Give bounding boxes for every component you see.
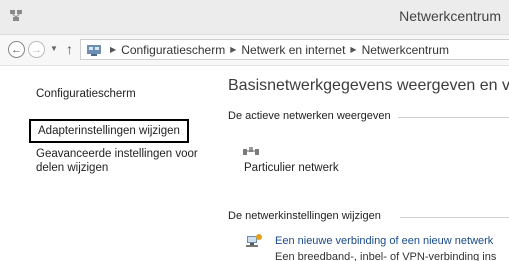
sidebar-item-advanced-sharing[interactable]: Geavanceerde instellingen voor delen wij…: [36, 147, 198, 175]
network-name: Particulier netwerk: [244, 162, 339, 174]
up-arrow-icon[interactable]: ↑: [66, 41, 73, 57]
back-arrow-icon: ←: [11, 43, 22, 56]
network-settings-label: De netwerkinstellingen wijzigen: [228, 210, 381, 222]
breadcrumb-separator: ▶: [230, 45, 237, 54]
chevron-down-icon[interactable]: ▼: [50, 44, 58, 53]
page-title: Basisnetwerkgegevens weergeven en verb: [228, 77, 509, 94]
sidebar-item-label: Geavanceerde instellingen voor: [36, 148, 198, 160]
new-connection-icon: [246, 234, 262, 247]
forward-button[interactable]: →: [28, 41, 45, 58]
sidebar: Configuratiescherm Adapterinstellingen w…: [0, 66, 215, 261]
active-networks-label: De actieve netwerken weergeven: [228, 110, 391, 122]
new-connection-link[interactable]: Een nieuwe verbinding of een nieuw netwe…: [275, 235, 493, 247]
new-connection-description: Een breedband-, inbel- of VPN-verbinding…: [275, 251, 497, 261]
window-title: Netwerkcentrum: [399, 8, 501, 24]
navigation-bar: ← → ▼ ↑ ▶ Configuratiescherm ▶ Netwerk e…: [0, 35, 509, 66]
sidebar-item-control-panel[interactable]: Configuratiescherm: [36, 88, 136, 100]
breadcrumb-separator: ▶: [110, 45, 117, 54]
address-bar[interactable]: ▶ Configuratiescherm ▶ Netwerk en intern…: [80, 39, 509, 60]
sidebar-item-adapter-settings[interactable]: Adapterinstellingen wijzigen: [29, 119, 189, 143]
forward-arrow-icon: →: [31, 43, 42, 56]
network-icon: [243, 147, 259, 155]
sidebar-item-label: delen wijzigen: [36, 162, 109, 174]
section-divider: [400, 217, 509, 218]
title-bar: Netwerkcentrum: [0, 0, 509, 35]
breadcrumb-item[interactable]: Configuratiescherm: [121, 43, 225, 57]
breadcrumb-separator: ▶: [350, 45, 357, 54]
network-center-icon: [10, 10, 22, 21]
breadcrumb-item[interactable]: Netwerk en internet: [241, 43, 345, 57]
back-button[interactable]: ←: [8, 41, 25, 58]
main-content: Basisnetwerkgegevens weergeven en verb D…: [228, 66, 509, 261]
control-panel-icon: [87, 44, 101, 56]
breadcrumb-item[interactable]: Netwerkcentrum: [362, 43, 449, 57]
section-divider: [398, 117, 509, 118]
